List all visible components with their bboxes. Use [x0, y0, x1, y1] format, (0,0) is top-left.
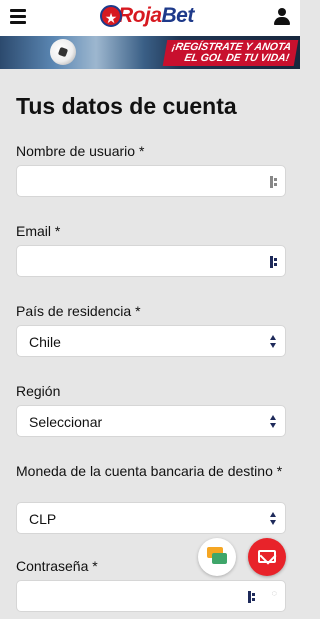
- select-arrows-icon: [270, 512, 277, 525]
- chat-bubble-icon: [212, 553, 227, 564]
- region-label: Región: [16, 383, 61, 399]
- country-select[interactable]: Chile: [16, 325, 286, 357]
- hamburger-menu-icon[interactable]: [10, 9, 26, 24]
- rojabet-logo[interactable]: ★ RojaBet: [100, 3, 194, 29]
- password-input[interactable]: ◌: [16, 580, 286, 612]
- region-selected-value: Seleccionar: [29, 414, 103, 430]
- country-selected-value: Chile: [29, 334, 61, 350]
- password-manager-icon[interactable]: [248, 591, 257, 603]
- page-title: Tus datos de cuenta: [16, 93, 237, 119]
- chat-button[interactable]: [198, 538, 236, 576]
- banner-tagline: ¡REGÍSTRATE Y ANOTA EL GOL DE TU VIDA!: [162, 40, 299, 66]
- promo-banner[interactable]: ¡REGÍSTRATE Y ANOTA EL GOL DE TU VIDA!: [0, 36, 300, 69]
- password-manager-icon[interactable]: [270, 256, 279, 268]
- eye-off-icon[interactable]: ◌: [272, 588, 277, 598]
- region-select[interactable]: Seleccionar: [16, 405, 286, 437]
- username-input[interactable]: [16, 165, 286, 197]
- select-arrows-icon: [270, 415, 277, 428]
- username-label: Nombre de usuario *: [16, 143, 145, 159]
- currency-select[interactable]: CLP: [16, 502, 286, 534]
- password-label: Contraseña *: [16, 558, 98, 574]
- star-icon: ★: [100, 5, 122, 27]
- currency-selected-value: CLP: [29, 511, 57, 527]
- email-contact-button[interactable]: [248, 538, 286, 576]
- currency-label: Moneda de la cuenta bancaria de destino …: [16, 463, 283, 479]
- envelope-icon: [258, 550, 276, 563]
- email-input[interactable]: [16, 245, 286, 277]
- email-label: Email *: [16, 223, 61, 239]
- top-navigation-bar: ★ RojaBet: [0, 0, 300, 36]
- select-arrows-icon: [270, 335, 277, 348]
- soccer-ball-icon: [50, 39, 76, 65]
- banner-line2: EL GOL DE TU VIDA!: [183, 52, 291, 64]
- logo-text: RojaBet: [118, 4, 194, 27]
- user-icon[interactable]: [274, 8, 290, 26]
- password-manager-icon[interactable]: [270, 176, 279, 188]
- country-label: País de residencia *: [16, 303, 141, 319]
